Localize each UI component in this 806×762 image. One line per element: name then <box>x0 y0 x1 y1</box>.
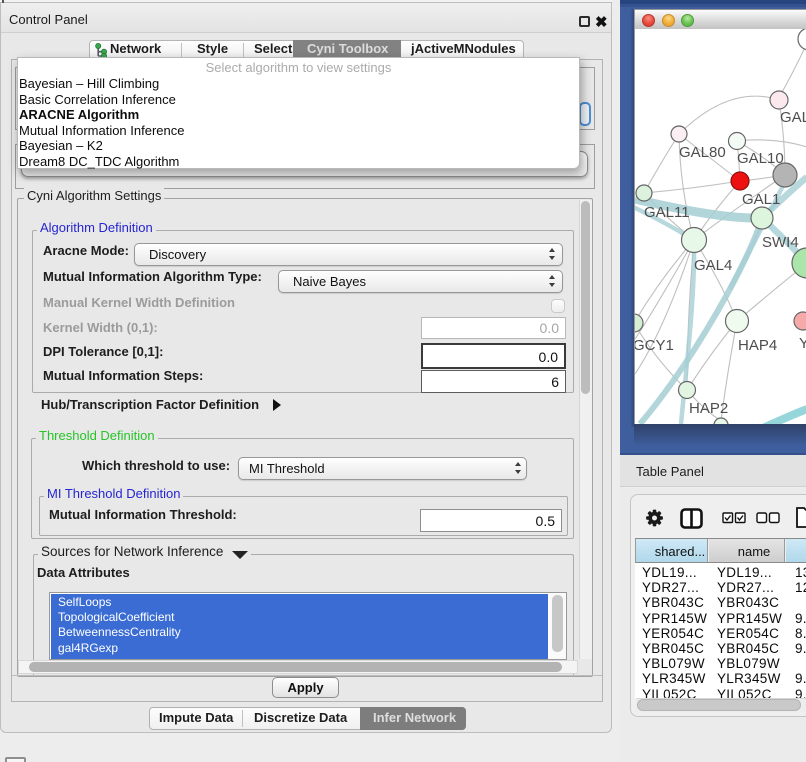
svg-text:HAP4: HAP4 <box>738 337 777 354</box>
svg-text:Y: Y <box>799 335 806 352</box>
svg-text:SWI4: SWI4 <box>762 234 799 251</box>
svg-text:GAL80: GAL80 <box>679 144 726 161</box>
svg-text:GAL10: GAL10 <box>737 150 784 167</box>
svg-text:HAP2: HAP2 <box>689 400 728 417</box>
svg-text:GAL1: GAL1 <box>742 191 780 208</box>
svg-text:GAL11: GAL11 <box>644 204 690 221</box>
svg-text:GAL7: GAL7 <box>780 109 806 126</box>
svg-text:GAL4: GAL4 <box>694 257 732 274</box>
svg-text:GCY1: GCY1 <box>635 337 674 354</box>
